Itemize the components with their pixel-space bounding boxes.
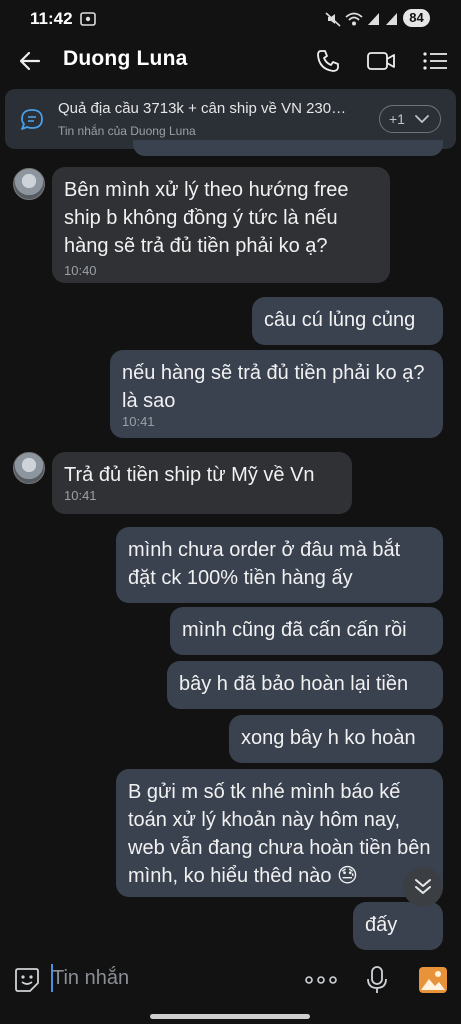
status-bar: 11:42 84 [0, 0, 461, 38]
message-bubble-out[interactable]: mình chưa order ở đâu mà bắt đặt ck 100%… [116, 527, 443, 603]
message-text: B gửi m số tk nhé mình báo kế toán xử lý… [128, 781, 431, 887]
message-text: đấy [365, 914, 398, 936]
back-arrow-icon[interactable] [18, 49, 42, 73]
signal-icon-1 [368, 13, 379, 25]
message-time: 10:41 [122, 414, 155, 429]
battery-level: 84 [409, 10, 424, 25]
message-text: bây h đã bảo hoàn lại tiền [179, 673, 409, 695]
message-bubble-out[interactable]: câu cú lủng củng [252, 297, 443, 345]
chevron-down-icon [415, 115, 429, 124]
double-chevron-down-icon [415, 879, 431, 894]
message-bubble-out[interactable]: B gửi m số tk nhé mình báo kế toán xử lý… [116, 769, 443, 897]
chat-header: Duong Luna [0, 38, 461, 84]
message-composer: Tin nhắn [0, 950, 461, 1010]
microphone-icon[interactable] [366, 965, 388, 995]
avatar[interactable] [13, 168, 45, 200]
mute-icon [325, 12, 341, 27]
image-gallery-icon[interactable] [418, 966, 448, 994]
status-time: 11:42 [30, 9, 73, 28]
message-bubble-out[interactable]: bây h đã bảo hoàn lại tiền [167, 661, 443, 709]
avatar[interactable] [13, 452, 45, 484]
pinned-title: Quả địa cầu 3713k + cân ship về VN 230… [58, 100, 347, 117]
menu-list-icon[interactable] [422, 50, 448, 72]
message-text: nếu hàng sẽ trả đủ tiền phải ko ạ? là sa… [122, 362, 425, 412]
message-bubble-in[interactable]: Bên mình xử lý theo hướng free ship b kh… [52, 167, 390, 283]
message-input[interactable]: Tin nhắn [52, 967, 129, 990]
scroll-to-bottom-button[interactable] [403, 867, 443, 907]
message-text: Bên mình xử lý theo hướng free ship b kh… [64, 179, 349, 257]
message-time: 10:41 [64, 488, 97, 503]
screen-record-icon [80, 12, 96, 26]
pinned-more-count: +1 [389, 111, 405, 127]
message-bubble-in[interactable]: Trả đủ tiền ship từ Mỹ về Vn 10:41 [52, 452, 352, 514]
battery-icon: 84 [403, 9, 430, 27]
pinned-subtitle: Tin nhắn của Duong Luna [58, 124, 196, 138]
video-call-icon[interactable] [366, 50, 396, 72]
message-text: mình cũng đã cấn cấn rồi [182, 619, 407, 641]
more-options-icon[interactable] [305, 976, 337, 984]
sticker-icon[interactable] [13, 966, 41, 994]
message-bubble-out[interactable]: xong bây h ko hoàn [229, 715, 443, 763]
wifi-icon [345, 12, 363, 26]
signal-icon-2 [386, 13, 397, 25]
contact-name[interactable]: Duong Luna [63, 47, 187, 71]
message-bubble-out[interactable]: đấy [353, 902, 443, 950]
message-bubble-out[interactable]: nếu hàng sẽ trả đủ tiền phải ko ạ? là sa… [110, 350, 443, 438]
message-bubble-out[interactable]: mình cũng đã cấn cấn rồi [170, 607, 443, 655]
phone-call-icon[interactable] [315, 48, 341, 74]
chat-bubble-icon [21, 109, 43, 130]
message-text: câu cú lủng củng [264, 309, 416, 331]
previous-message-fragment [133, 140, 443, 156]
message-text: mình chưa order ở đâu mà bắt đặt ck 100%… [128, 539, 401, 589]
message-text: xong bây h ko hoàn [241, 727, 416, 749]
message-time: 10:40 [64, 263, 97, 278]
message-text: Trả đủ tiền ship từ Mỹ về Vn [64, 464, 315, 486]
home-indicator [150, 1014, 310, 1019]
pinned-more-button[interactable]: +1 [379, 105, 441, 133]
